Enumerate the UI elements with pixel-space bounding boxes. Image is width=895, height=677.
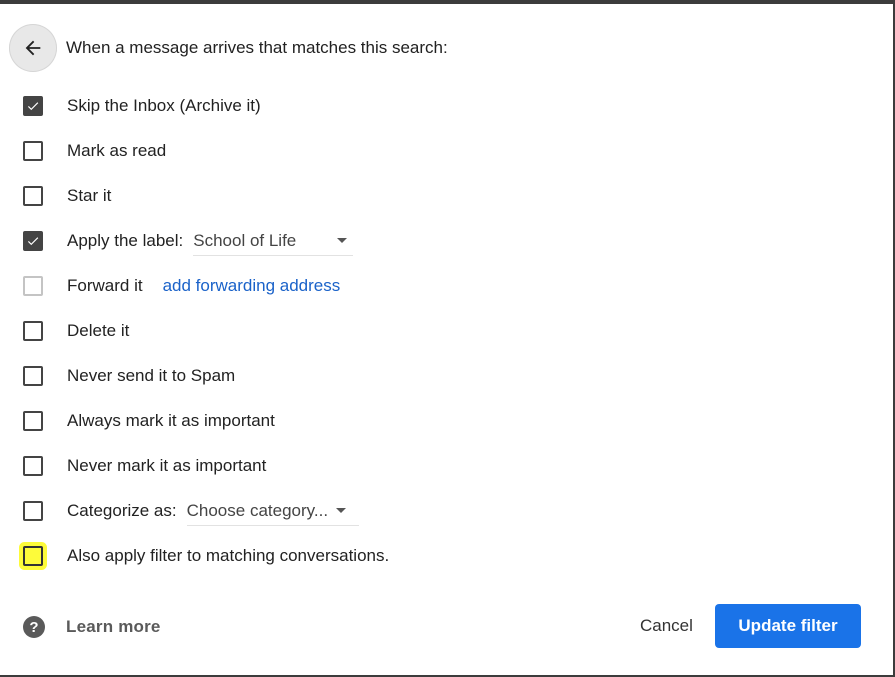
star-label: Star it	[67, 186, 112, 205]
update-filter-button[interactable]: Update filter	[715, 604, 861, 648]
filter-dialog: When a message arrives that matches this…	[0, 0, 895, 677]
header-title: When a message arrives that matches this…	[66, 38, 448, 57]
forward-label: Forward it	[67, 276, 143, 295]
skip-inbox-label: Skip the Inbox (Archive it)	[67, 96, 261, 115]
delete-label: Delete it	[67, 321, 130, 340]
dialog-header: When a message arrives that matches this…	[9, 24, 448, 72]
also-apply-checkbox[interactable]	[23, 546, 43, 566]
always-important-checkbox[interactable]	[23, 411, 43, 431]
option-forward: Forward it add forwarding address	[23, 271, 340, 301]
label-select[interactable]: School of Life	[193, 227, 354, 256]
apply-label-checkbox[interactable]	[23, 231, 43, 251]
chevron-down-icon	[336, 508, 347, 513]
category-select[interactable]: Choose category...	[186, 497, 359, 526]
never-important-checkbox[interactable]	[23, 456, 43, 476]
forward-checkbox[interactable]	[23, 276, 43, 296]
always-important-label: Always mark it as important	[67, 411, 275, 430]
option-also-apply: Also apply filter to matching conversati…	[23, 541, 389, 571]
star-checkbox[interactable]	[23, 186, 43, 206]
delete-checkbox[interactable]	[23, 321, 43, 341]
option-delete: Delete it	[23, 316, 129, 346]
checkmark-icon	[27, 237, 39, 246]
never-important-label: Never mark it as important	[67, 456, 267, 475]
question-circle-icon[interactable]: ?	[23, 616, 45, 638]
categorize-label: Categorize as:	[67, 501, 177, 520]
arrow-left-icon	[25, 40, 41, 56]
option-apply-label: Apply the label: School of Life	[23, 226, 354, 256]
never-spam-checkbox[interactable]	[23, 366, 43, 386]
category-select-value: Choose category...	[186, 500, 329, 520]
option-star: Star it	[23, 181, 111, 211]
mark-read-checkbox[interactable]	[23, 141, 43, 161]
option-always-important: Always mark it as important	[23, 406, 275, 436]
option-never-spam: Never send it to Spam	[23, 361, 235, 391]
cancel-button[interactable]: Cancel	[626, 605, 707, 647]
checkmark-icon	[27, 102, 39, 111]
never-spam-label: Never send it to Spam	[67, 366, 236, 385]
label-select-value: School of Life	[193, 230, 297, 250]
option-never-important: Never mark it as important	[23, 451, 266, 481]
option-mark-read: Mark as read	[23, 136, 166, 166]
categorize-checkbox[interactable]	[23, 501, 43, 521]
learn-more-link[interactable]: Learn more	[66, 617, 161, 637]
option-skip-inbox: Skip the Inbox (Archive it)	[23, 91, 261, 121]
chevron-down-icon	[337, 238, 348, 243]
also-apply-label: Also apply filter to matching conversati…	[67, 546, 390, 565]
skip-inbox-checkbox[interactable]	[23, 96, 43, 116]
option-categorize: Categorize as: Choose category...	[23, 496, 359, 526]
add-forwarding-address-link[interactable]: add forwarding address	[163, 276, 341, 296]
back-button[interactable]	[9, 24, 57, 72]
learn-more-row: ? Learn more	[23, 614, 161, 640]
apply-label-label: Apply the label:	[67, 231, 184, 250]
mark-read-label: Mark as read	[67, 141, 167, 160]
